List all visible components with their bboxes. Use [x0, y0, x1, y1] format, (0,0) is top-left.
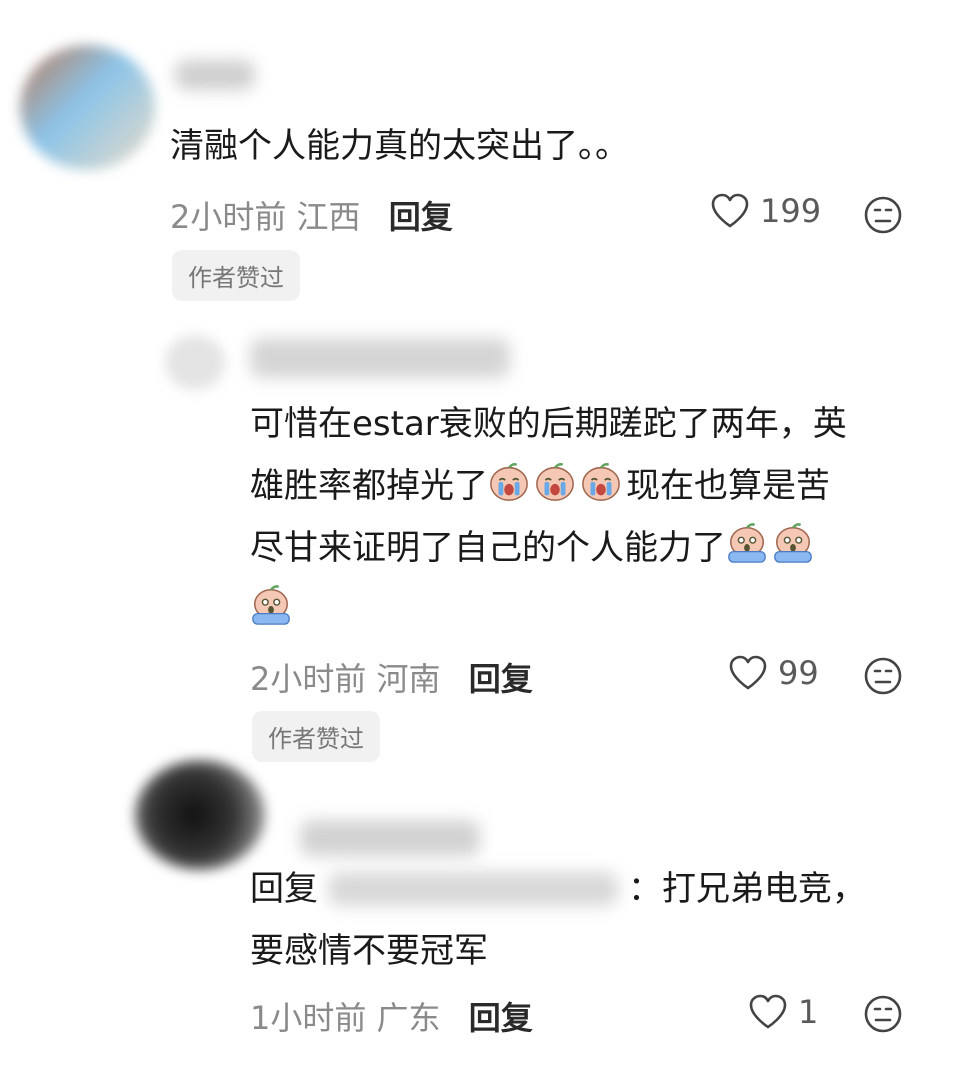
- scared-face-icon: [726, 523, 768, 565]
- comment-text-part: 尽甘来证明了自己的个人能力了: [250, 528, 726, 568]
- scared-face-icon: [250, 585, 292, 627]
- comment-line: 要感情不要冠军: [250, 931, 488, 971]
- comment-line: 可惜在estar衰败的后期蹉跎了两年，英: [250, 404, 847, 444]
- comment-time: 1小时前: [250, 999, 367, 1037]
- meh-face-icon[interactable]: [863, 656, 903, 696]
- author-liked-badge: 作者赞过: [252, 711, 380, 762]
- comment-line: 回复 ：打兄弟电竞，: [250, 858, 930, 920]
- like-count: 99: [778, 654, 819, 692]
- comment-location: 江西: [296, 198, 361, 236]
- heart-icon: [728, 655, 768, 691]
- comment-meta: 1小时前 广东 回复: [250, 993, 533, 1039]
- heart-icon: [710, 193, 750, 229]
- like-button[interactable]: 199: [710, 192, 821, 230]
- crying-face-icon: [488, 461, 530, 503]
- comment-line: [250, 579, 930, 641]
- like-count: 1: [798, 993, 819, 1031]
- like-count: 199: [760, 192, 822, 230]
- comment-text: 清融个人能力真的太突出了。。: [170, 126, 629, 166]
- reply-button[interactable]: 回复: [389, 198, 453, 236]
- reply-button[interactable]: 回复: [469, 999, 533, 1037]
- reply-button[interactable]: 回复: [469, 660, 533, 698]
- crying-face-icon: [580, 461, 622, 503]
- comment-line: 雄胜率都掉光了 现在也算是苦: [250, 455, 930, 517]
- comment-line: 尽甘来证明了自己的个人能力了: [250, 517, 930, 579]
- meh-face-icon[interactable]: [863, 195, 903, 235]
- username[interactable]: [175, 60, 255, 90]
- avatar[interactable]: [20, 45, 155, 170]
- comment-time: 2小时前: [250, 660, 367, 698]
- comment-time: 2小时前: [170, 198, 287, 236]
- reply-prefix: 回复: [250, 869, 318, 909]
- comment-text: 回复 ：打兄弟电竞， 要感情不要冠军: [250, 858, 930, 982]
- comment-text-part: 现在也算是苦: [626, 466, 830, 506]
- comment-text: 可惜在estar衰败的后期蹉跎了两年，英 雄胜率都掉光了 现在也算是苦 尽甘来证明…: [250, 393, 930, 641]
- like-button[interactable]: 1: [748, 993, 818, 1031]
- scared-face-icon: [772, 523, 814, 565]
- username[interactable]: [250, 338, 510, 378]
- avatar[interactable]: [165, 335, 225, 390]
- heart-icon: [748, 994, 788, 1030]
- avatar[interactable]: [135, 760, 265, 870]
- comment-location: 广东: [376, 999, 441, 1037]
- crying-face-icon: [534, 461, 576, 503]
- comment-meta: 2小时前 江西 回复: [170, 192, 453, 238]
- username[interactable]: [300, 820, 480, 856]
- comment-text-part: ：打兄弟电竞，: [628, 869, 866, 909]
- comment-meta: 2小时前 河南 回复: [250, 654, 533, 700]
- mentioned-username[interactable]: [328, 872, 618, 906]
- like-button[interactable]: 99: [728, 654, 819, 692]
- comment-text-part: 雄胜率都掉光了: [250, 466, 488, 506]
- author-liked-badge: 作者赞过: [172, 250, 300, 301]
- meh-face-icon[interactable]: [863, 994, 903, 1034]
- comment-location: 河南: [376, 660, 441, 698]
